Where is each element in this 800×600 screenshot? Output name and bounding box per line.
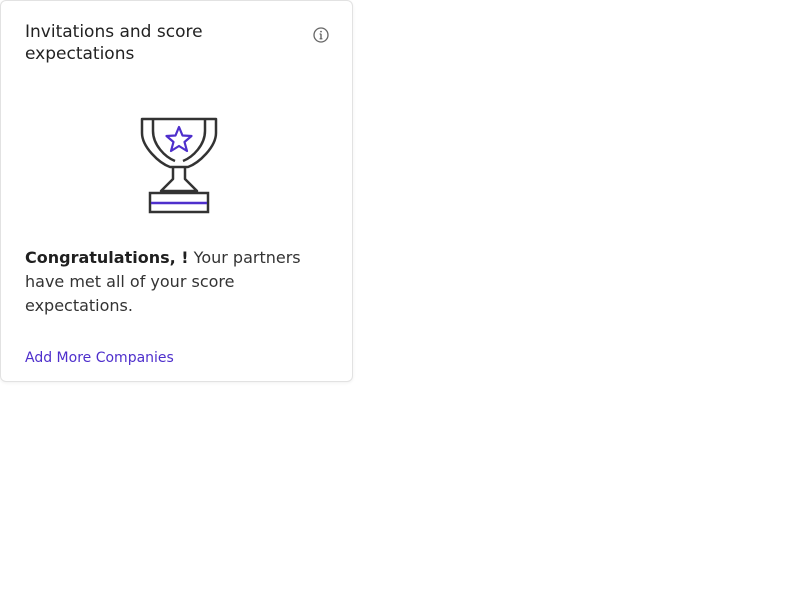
congratulations-message: Congratulations, ! Your partners have me… — [25, 246, 330, 318]
invitations-card: Invitations and score expectations Congr… — [0, 0, 353, 382]
add-more-companies-link[interactable]: Add More Companies — [25, 348, 174, 368]
card-title: Invitations and score expectations — [25, 22, 203, 64]
message-bold: Congratulations, ! — [25, 248, 189, 267]
trophy-icon — [140, 117, 218, 214]
info-icon[interactable] — [312, 26, 330, 44]
